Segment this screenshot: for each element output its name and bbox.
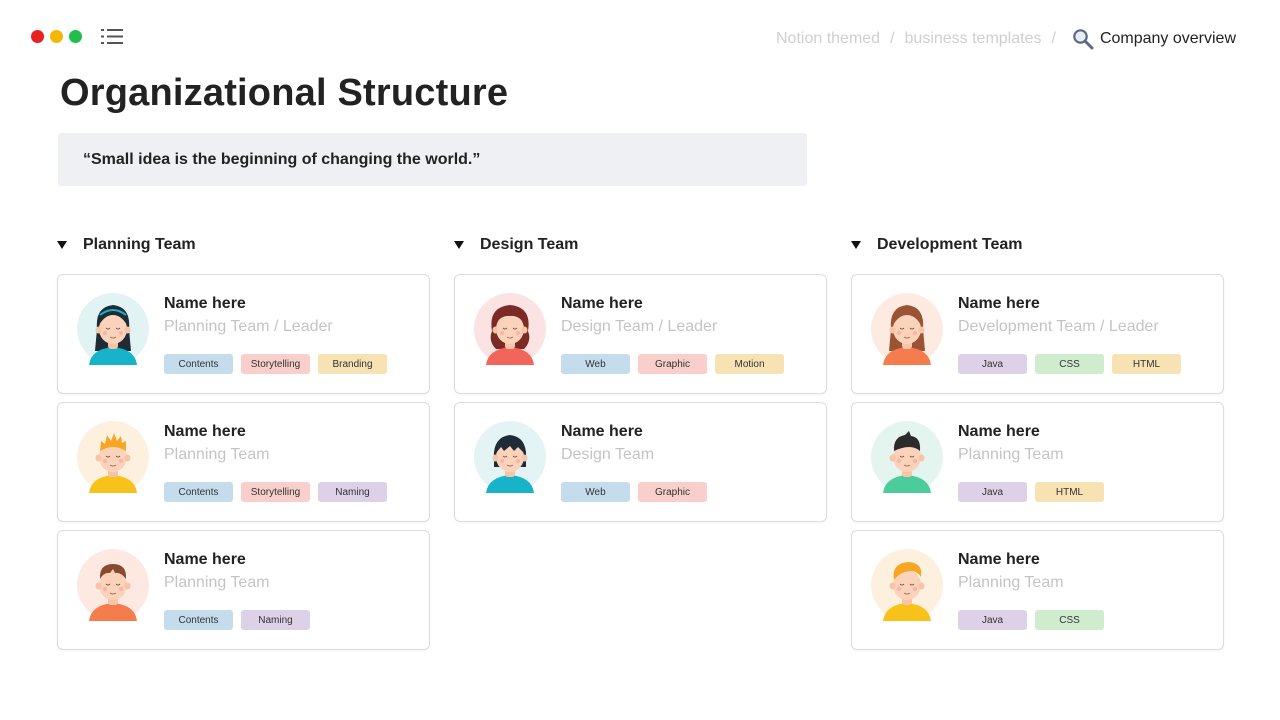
- member-card[interactable]: Name here Planning Team Contents Storytelli…: [57, 402, 430, 522]
- member-name: Name here: [164, 295, 246, 312]
- team-title: Development Team: [877, 236, 1023, 253]
- member-name: Name here: [164, 551, 246, 568]
- skill-tag[interactable]: HTML: [1112, 354, 1181, 374]
- member-card[interactable]: Name here Planning Team / Leader Contents S…: [57, 274, 430, 394]
- skill-tags: Java HTML: [958, 482, 1104, 502]
- team-column: Development Team Name here Development Te…: [851, 233, 1224, 658]
- member-card[interactable]: Name here Development Team / Leader Java CS…: [851, 274, 1224, 394]
- member-name: Name here: [561, 295, 643, 312]
- toggle-triangle-icon[interactable]: [851, 241, 861, 249]
- member-role: Planning Team: [958, 574, 1064, 591]
- skill-tag[interactable]: Contents: [164, 354, 233, 374]
- window-controls: [31, 30, 82, 43]
- member-name: Name here: [958, 295, 1040, 312]
- quote-text: “Small idea is the beginning of changing…: [83, 150, 481, 168]
- skill-tag[interactable]: CSS: [1035, 610, 1104, 630]
- girl-black-hair-avatar: [77, 293, 149, 365]
- top-bar: Notion themed / business templates / Com…: [0, 0, 1280, 76]
- minimize-window-dot[interactable]: [50, 30, 63, 43]
- skill-tags: Contents Storytelling Branding: [164, 354, 387, 374]
- girl-dark-bob-avatar: [474, 421, 546, 493]
- skill-tag[interactable]: Branding: [318, 354, 387, 374]
- skill-tags: Java CSS HTML: [958, 354, 1181, 374]
- list-icon[interactable]: [101, 28, 123, 45]
- team-toggle-header[interactable]: Planning Team: [57, 233, 430, 257]
- girl-red-hair-avatar: [474, 293, 546, 365]
- team-title: Design Team: [480, 236, 579, 253]
- team-column: Planning Team Name here Planning Team / L…: [57, 233, 430, 658]
- breadcrumb-item[interactable]: Notion themed: [776, 30, 880, 48]
- member-name: Name here: [561, 423, 643, 440]
- boy-orange-hair-avatar: [77, 421, 149, 493]
- close-window-dot[interactable]: [31, 30, 44, 43]
- skill-tag[interactable]: Naming: [241, 610, 310, 630]
- skill-tag[interactable]: Java: [958, 610, 1027, 630]
- skill-tag[interactable]: Contents: [164, 482, 233, 502]
- toggle-triangle-icon[interactable]: [454, 241, 464, 249]
- member-card[interactable]: Name here Design Team Web Graphic: [454, 402, 827, 522]
- team-title: Planning Team: [83, 236, 196, 253]
- member-role: Development Team / Leader: [958, 318, 1159, 335]
- member-name: Name here: [958, 551, 1040, 568]
- skill-tags: Contents Naming: [164, 610, 310, 630]
- team-column: Design Team Name here Design Team / Leade…: [454, 233, 827, 530]
- member-card[interactable]: Name here Planning Team Contents Naming: [57, 530, 430, 650]
- member-role: Planning Team: [164, 446, 270, 463]
- boy-yellow-hair-avatar: [871, 549, 943, 621]
- skill-tag[interactable]: Web: [561, 482, 630, 502]
- boy-brown-hair-avatar: [77, 549, 149, 621]
- skill-tag[interactable]: Storytelling: [241, 354, 310, 374]
- boy-dark-hair-avatar: [871, 421, 943, 493]
- girl-brown-hair-avatar: [871, 293, 943, 365]
- skill-tags: Java CSS: [958, 610, 1104, 630]
- member-role: Planning Team / Leader: [164, 318, 333, 335]
- team-toggle-header[interactable]: Development Team: [851, 233, 1224, 257]
- search-icon: [1073, 29, 1094, 50]
- member-role: Design Team / Leader: [561, 318, 718, 335]
- skill-tag[interactable]: CSS: [1035, 354, 1104, 374]
- breadcrumb-separator: /: [890, 30, 895, 47]
- skill-tags: Web Graphic: [561, 482, 707, 502]
- skill-tag[interactable]: HTML: [1035, 482, 1104, 502]
- member-card[interactable]: Name here Design Team / Leader Web Graphic M…: [454, 274, 827, 394]
- skill-tag[interactable]: Graphic: [638, 354, 707, 374]
- skill-tag[interactable]: Motion: [715, 354, 784, 374]
- breadcrumb-separator: /: [1051, 30, 1056, 47]
- member-role: Planning Team: [164, 574, 270, 591]
- member-name: Name here: [958, 423, 1040, 440]
- skill-tag[interactable]: Java: [958, 482, 1027, 502]
- skill-tag[interactable]: Graphic: [638, 482, 707, 502]
- skill-tag[interactable]: Web: [561, 354, 630, 374]
- member-role: Design Team: [561, 446, 655, 463]
- member-role: Planning Team: [958, 446, 1064, 463]
- skill-tag[interactable]: Java: [958, 354, 1027, 374]
- toggle-triangle-icon[interactable]: [57, 241, 67, 249]
- skill-tags: Contents Storytelling Naming: [164, 482, 387, 502]
- skill-tags: Web Graphic Motion: [561, 354, 784, 374]
- member-name: Name here: [164, 423, 246, 440]
- team-toggle-header[interactable]: Design Team: [454, 233, 827, 257]
- page-title: Organizational Structure: [60, 72, 509, 114]
- skill-tag[interactable]: Naming: [318, 482, 387, 502]
- breadcrumb-current[interactable]: Company overview: [1100, 30, 1236, 48]
- maximize-window-dot[interactable]: [69, 30, 82, 43]
- skill-tag[interactable]: Contents: [164, 610, 233, 630]
- skill-tag[interactable]: Storytelling: [241, 482, 310, 502]
- breadcrumb: Notion themed / business templates / Com…: [776, 28, 1236, 50]
- member-card[interactable]: Name here Planning Team Java HTML: [851, 402, 1224, 522]
- quote-block: “Small idea is the beginning of changing…: [58, 133, 807, 186]
- breadcrumb-item[interactable]: business templates: [905, 30, 1042, 48]
- member-card[interactable]: Name here Planning Team Java CSS: [851, 530, 1224, 650]
